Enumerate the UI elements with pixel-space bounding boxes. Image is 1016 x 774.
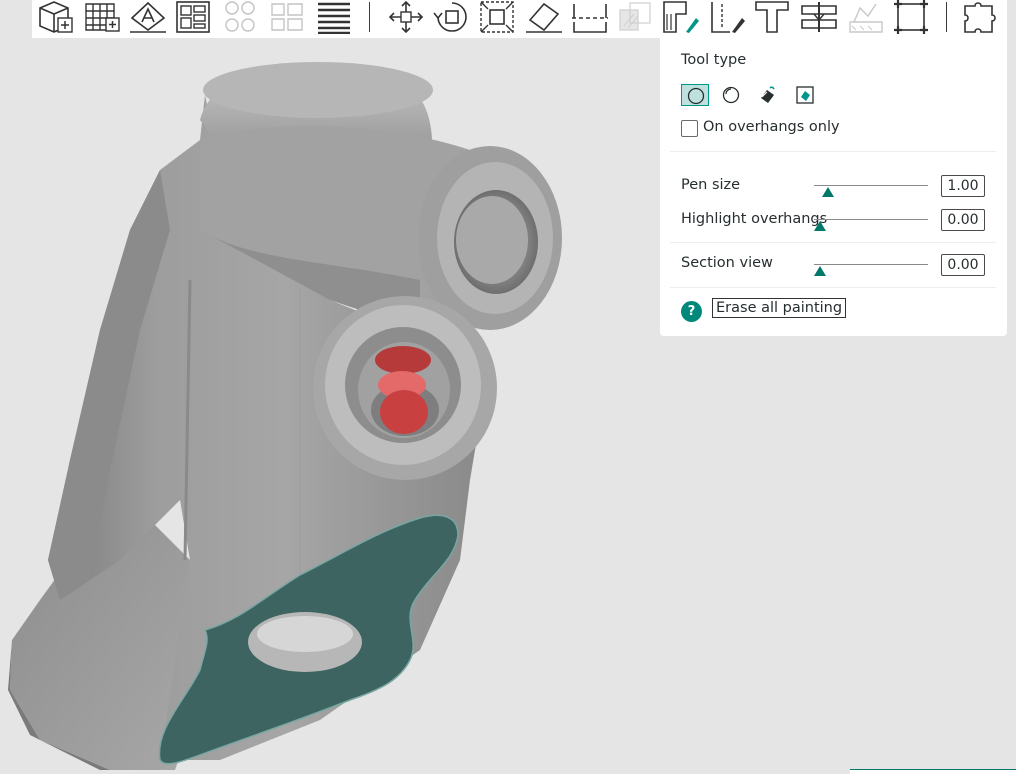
split-icon[interactable]	[268, 0, 308, 34]
panel-divider	[670, 242, 996, 243]
circle-brush-icon	[687, 87, 705, 105]
panel-divider	[670, 287, 996, 288]
gap-fill-icon	[796, 86, 814, 104]
layers-icon[interactable]	[314, 0, 354, 34]
move-icon[interactable]	[386, 0, 426, 34]
measure-icon[interactable]	[800, 0, 840, 34]
section-view-input[interactable]: 0.00	[941, 254, 985, 276]
pen-size-slider[interactable]	[814, 185, 928, 186]
section-view-slider[interactable]	[814, 264, 928, 265]
add-object-icon[interactable]	[36, 0, 76, 34]
tool-fill-bucket[interactable]	[754, 84, 782, 106]
add-plate-icon[interactable]	[82, 0, 122, 34]
auto-orient-icon[interactable]	[128, 0, 168, 34]
tool-circle-brush[interactable]	[681, 84, 709, 106]
toolbar-separator	[369, 2, 370, 32]
tool-gap-fill[interactable]	[791, 84, 819, 106]
highlight-overhangs-label: Highlight overhangs	[681, 211, 828, 227]
tool-sphere-brush[interactable]	[717, 84, 745, 106]
pen-size-label: Pen size	[681, 177, 741, 193]
help-icon[interactable]: ?	[681, 301, 702, 322]
on-overhangs-only-label: On overhangs only	[703, 119, 840, 135]
boolean-icon[interactable]	[616, 0, 656, 34]
toolbar-separator	[946, 2, 947, 32]
rotate-icon[interactable]	[432, 0, 472, 34]
panel-divider	[670, 151, 996, 152]
section-view-slider-thumb[interactable]	[814, 266, 826, 276]
bottom-right-bar	[850, 769, 1016, 774]
support-paint-icon[interactable]	[662, 0, 702, 34]
cut-icon[interactable]	[570, 0, 610, 34]
text-emboss-icon[interactable]	[754, 0, 794, 34]
assembly-icon[interactable]	[892, 0, 932, 34]
pen-size-slider-thumb[interactable]	[822, 187, 834, 197]
pen-size-input[interactable]: 1.00	[941, 175, 985, 197]
top-toolbar	[32, 0, 1007, 38]
on-overhangs-only-checkbox[interactable]	[681, 120, 698, 137]
highlight-overhangs-input[interactable]: 0.00	[941, 209, 985, 231]
layout-grid-icon[interactable]	[222, 0, 262, 34]
tool-type-label: Tool type	[681, 52, 747, 68]
painted-region	[375, 346, 431, 374]
section-view-label: Section view	[681, 255, 773, 271]
lay-on-face-icon[interactable]	[524, 0, 564, 34]
scale-icon[interactable]	[478, 0, 518, 34]
fill-bucket-icon	[761, 86, 775, 103]
paint-panel: Tool type On overhangs only Pen size 1.0…	[660, 38, 1007, 336]
sphere-brush-icon	[722, 86, 740, 104]
highlight-overhangs-slider-thumb[interactable]	[814, 221, 826, 231]
highlight-overhangs-slider[interactable]	[814, 219, 928, 220]
seam-paint-icon[interactable]	[708, 0, 748, 34]
fuzzy-skin-icon[interactable]	[846, 0, 886, 34]
arrange-icon[interactable]	[174, 0, 214, 34]
puzzle-icon[interactable]	[962, 0, 1002, 34]
erase-all-painting-button[interactable]: Erase all painting	[712, 298, 847, 318]
